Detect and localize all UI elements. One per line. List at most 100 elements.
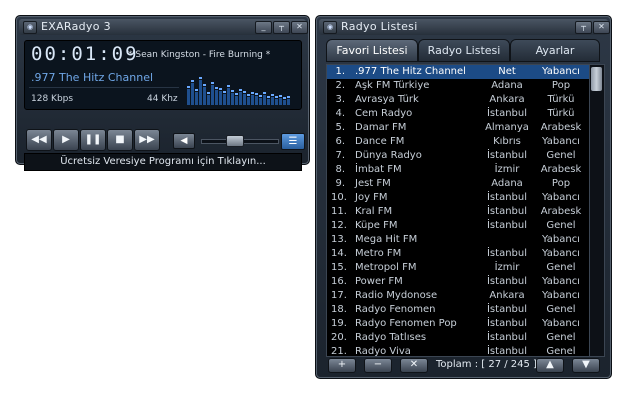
spectrum-peak xyxy=(235,93,238,95)
station-city: İstanbul xyxy=(486,220,527,231)
remove-station-button[interactable]: − xyxy=(364,358,392,373)
station-row[interactable]: 10. Joy FM İstanbul Yabancı xyxy=(327,191,591,205)
mute-button[interactable]: ◀ xyxy=(173,133,195,149)
add-station-button[interactable]: + xyxy=(328,358,356,373)
spectrum-peak xyxy=(243,91,246,93)
station-genre: Yabancı xyxy=(542,136,580,147)
list-pin-button[interactable]: ┬ xyxy=(575,21,592,34)
volume-slider[interactable] xyxy=(201,135,279,147)
stop-button[interactable]: ■ xyxy=(107,129,133,151)
station-name: Radyo Fenomen xyxy=(355,304,436,315)
minimize-button[interactable]: _ xyxy=(255,21,272,34)
rewind-button[interactable]: ◀◀ xyxy=(26,129,52,151)
list-rss-icon: ◉ xyxy=(323,21,337,34)
forward-icon: ▶▶ xyxy=(139,134,155,145)
station-number: 17. xyxy=(331,290,347,301)
station-genre: Arabesk xyxy=(540,122,582,133)
tab-favorites[interactable]: Favori Listesi xyxy=(326,39,418,62)
player-titlebar[interactable]: ◉ EXARadyo 3 _ ┬ ✕ xyxy=(19,19,308,35)
station-row[interactable]: 3. Avrasya Türk Ankara Türkü xyxy=(327,93,591,107)
spectrum-peak xyxy=(187,86,190,88)
scrollbar-thumb[interactable] xyxy=(591,67,602,91)
station-city: Ankara xyxy=(489,94,525,105)
station-row[interactable]: 9. Jest FM Adana Pop xyxy=(327,177,591,191)
move-up-button[interactable]: ▲ xyxy=(536,358,564,373)
spectrum-bar xyxy=(227,88,230,105)
station-row[interactable]: 1. .977 The Hitz Channel Net Yabancı xyxy=(327,65,591,79)
station-number: 8. xyxy=(335,164,345,175)
station-row[interactable]: 2. Aşk FM Türkiye Adana Pop xyxy=(327,79,591,93)
station-number: 18. xyxy=(331,304,347,315)
move-down-button[interactable]: ▼ xyxy=(572,358,600,373)
tab-radio-list[interactable]: Radyo Listesi xyxy=(418,39,510,62)
station-row[interactable]: 15. Metropol FM İzmir Genel xyxy=(327,261,591,275)
station-row[interactable]: 13. Mega Hit FM Yabancı xyxy=(327,233,591,247)
station-genre: Genel xyxy=(546,346,576,357)
station-row[interactable]: 7. Dünya Radyo İstanbul Genel xyxy=(327,149,591,163)
station-city: İstanbul xyxy=(486,304,527,315)
spectrum-bar xyxy=(235,96,238,105)
playlist-toggle-button[interactable]: ☰ xyxy=(281,133,305,150)
station-row[interactable]: 11. Kral FM İstanbul Arabesk xyxy=(327,205,591,219)
station-city: İstanbul xyxy=(486,248,527,259)
station-genre: Yabancı xyxy=(542,318,580,329)
station-city: İstanbul xyxy=(486,206,527,217)
station-list[interactable]: 1. .977 The Hitz Channel Net Yabancı 2. Aşk F… xyxy=(326,64,592,357)
tab-settings[interactable]: Ayarlar xyxy=(510,39,600,62)
bitrate: 128 Kbps xyxy=(31,94,74,104)
station-row[interactable]: 18. Radyo Fenomen İstanbul Genel xyxy=(327,303,591,317)
station-genre: Yabancı xyxy=(542,248,580,259)
promo-text: Ücretsiz Veresiye Programı için Tıklayın… xyxy=(60,156,266,167)
promo-link[interactable]: Ücretsiz Veresiye Programı için Tıklayın… xyxy=(24,153,302,171)
volume-knob[interactable] xyxy=(226,135,244,147)
station-row[interactable]: 19. Radyo Fenomen Pop İstanbul Yabancı xyxy=(327,317,591,331)
close-button[interactable]: ✕ xyxy=(291,21,308,34)
spectrum-bar xyxy=(195,92,198,105)
station-genre: Genel xyxy=(546,332,576,343)
station-row[interactable]: 20. Radyo Tatlıses İstanbul Genel xyxy=(327,331,591,345)
add-icon: + xyxy=(337,359,347,370)
down-arrow-icon: ▼ xyxy=(582,359,590,370)
station-row[interactable]: 4. Cem Radyo İstanbul Türkü xyxy=(327,107,591,121)
station-genre: Türkü xyxy=(547,108,575,119)
station-city: İstanbul xyxy=(486,150,527,161)
spectrum-peak xyxy=(283,97,286,99)
spectrum-peak xyxy=(223,91,226,93)
list-scrollbar[interactable] xyxy=(589,64,605,357)
spectrum-peak xyxy=(267,96,270,98)
station-city: Adana xyxy=(491,178,523,189)
station-name: Radyo Viva xyxy=(355,346,411,357)
station-row[interactable]: 16. Power FM İstanbul Yabancı xyxy=(327,275,591,289)
stop-icon: ■ xyxy=(115,134,125,145)
spectrum-bar xyxy=(207,95,210,105)
station-row[interactable]: 8. İmbat FM İzmir Arabesk xyxy=(327,163,591,177)
spectrum-bar xyxy=(247,97,250,105)
spectrum-peak xyxy=(239,89,242,91)
station-row[interactable]: 14. Metro FM İstanbul Yabancı xyxy=(327,247,591,261)
station-city: İstanbul xyxy=(486,318,527,329)
station-row[interactable]: 12. Küpe FM İstanbul Genel xyxy=(327,219,591,233)
pause-button[interactable]: ❚❚ xyxy=(80,129,106,151)
pin-button[interactable]: ┬ xyxy=(273,21,290,34)
tab-favorites-label: Favori Listesi xyxy=(336,44,408,57)
spectrum-peak xyxy=(219,88,222,90)
station-city: Kıbrıs xyxy=(493,136,521,147)
list-titlebar[interactable]: ◉ Radyo Listesi ┬ ✕ xyxy=(319,19,610,35)
station-genre: Yabancı xyxy=(542,276,580,287)
forward-button[interactable]: ▶▶ xyxy=(134,129,160,151)
station-row[interactable]: 5. Damar FM Almanya Arabesk xyxy=(327,121,591,135)
station-city: İstanbul xyxy=(486,332,527,343)
spectrum-peak xyxy=(271,94,274,96)
station-genre: Genel xyxy=(546,262,576,273)
station-row[interactable]: 6. Dance FM Kıbrıs Yabancı xyxy=(327,135,591,149)
clear-button[interactable]: ✕ xyxy=(400,358,428,373)
station-name: Radyo Tatlıses xyxy=(355,332,427,343)
station-genre: Arabesk xyxy=(540,164,582,175)
list-close-button[interactable]: ✕ xyxy=(593,21,610,34)
station-row[interactable]: 21. Radyo Viva İstanbul Genel xyxy=(327,345,591,357)
list-tabs: Favori Listesi Radyo Listesi Ayarlar xyxy=(324,39,600,62)
station-row[interactable]: 17. Radio Mydonose Ankara Yabancı xyxy=(327,289,591,303)
station-genre: Pop xyxy=(551,80,571,91)
play-button[interactable]: ▶ xyxy=(53,129,79,151)
station-name: Joy FM xyxy=(355,192,388,203)
